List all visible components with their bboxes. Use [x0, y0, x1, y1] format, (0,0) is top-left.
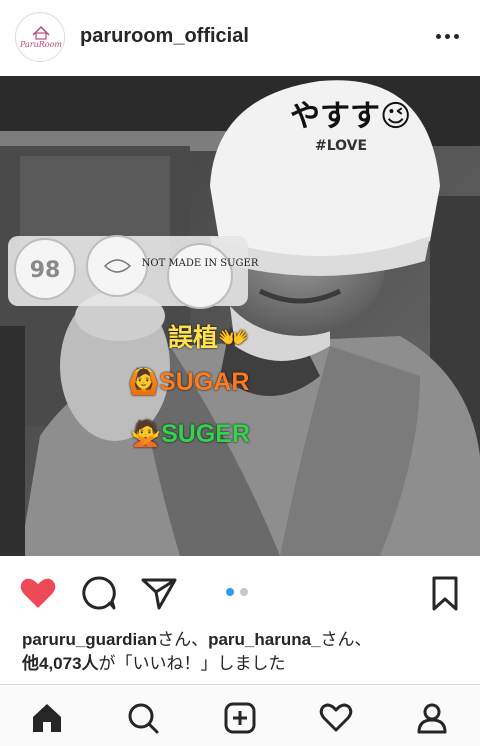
carousel-dot: [240, 588, 248, 596]
post-actions: [0, 556, 480, 628]
comment-icon[interactable]: [79, 573, 119, 613]
carousel-dot-active: [226, 588, 234, 596]
post-header: ParuRoom paruroom_official: [0, 0, 480, 76]
likes-summary: paruru_guardianさん、paru_haruna_さん、 他4,073…: [22, 628, 467, 676]
search-icon[interactable]: [126, 701, 160, 735]
home-icon[interactable]: [30, 701, 64, 735]
likes-others-count[interactable]: 他4,073人: [22, 654, 99, 673]
overlay-text-2: 🙆SUGAR: [128, 368, 250, 396]
svg-text:ParuRoom: ParuRoom: [19, 40, 62, 49]
activity-heart-icon[interactable]: [319, 701, 353, 735]
svg-text:NOT MADE IN SUGER: NOT MADE IN SUGER: [142, 258, 259, 269]
photo-scene: やすす😉 #LOVE 98 NOT MADE IN SUGER: [0, 76, 480, 556]
post-image[interactable]: やすす😉 #LOVE 98 NOT MADE IN SUGER 誤植👐 🙆SUG…: [0, 76, 480, 556]
bookmark-icon[interactable]: [425, 573, 465, 613]
username[interactable]: paruroom_official: [80, 25, 249, 48]
add-post-icon[interactable]: [223, 701, 257, 735]
likes-sep-2: さん、: [320, 630, 372, 649]
liker-username-1[interactable]: paruru_guardian: [22, 630, 157, 649]
overlay-text-3: 🙅SUGER: [130, 420, 251, 448]
likes-tail: が「いいね！」しました: [98, 654, 286, 673]
likes-sep-1: さん、: [157, 630, 209, 649]
profile-icon[interactable]: [415, 701, 449, 735]
paper-plane-icon[interactable]: [139, 573, 179, 613]
heart-filled-icon[interactable]: [18, 573, 58, 613]
svg-text:98: 98: [30, 258, 61, 283]
paruroom-logo: ParuRoom: [17, 14, 64, 61]
liker-username-2[interactable]: paru_haruna_: [208, 630, 320, 649]
bottom-tab-bar: [0, 684, 480, 746]
more-options-icon[interactable]: [430, 24, 464, 48]
carousel-indicator: [226, 588, 248, 596]
svg-text:やすす😉: やすす😉: [290, 99, 411, 134]
svg-text:#LOVE: #LOVE: [315, 138, 367, 154]
avatar[interactable]: ParuRoom: [15, 12, 65, 62]
overlay-text-1: 誤植👐: [168, 324, 250, 352]
